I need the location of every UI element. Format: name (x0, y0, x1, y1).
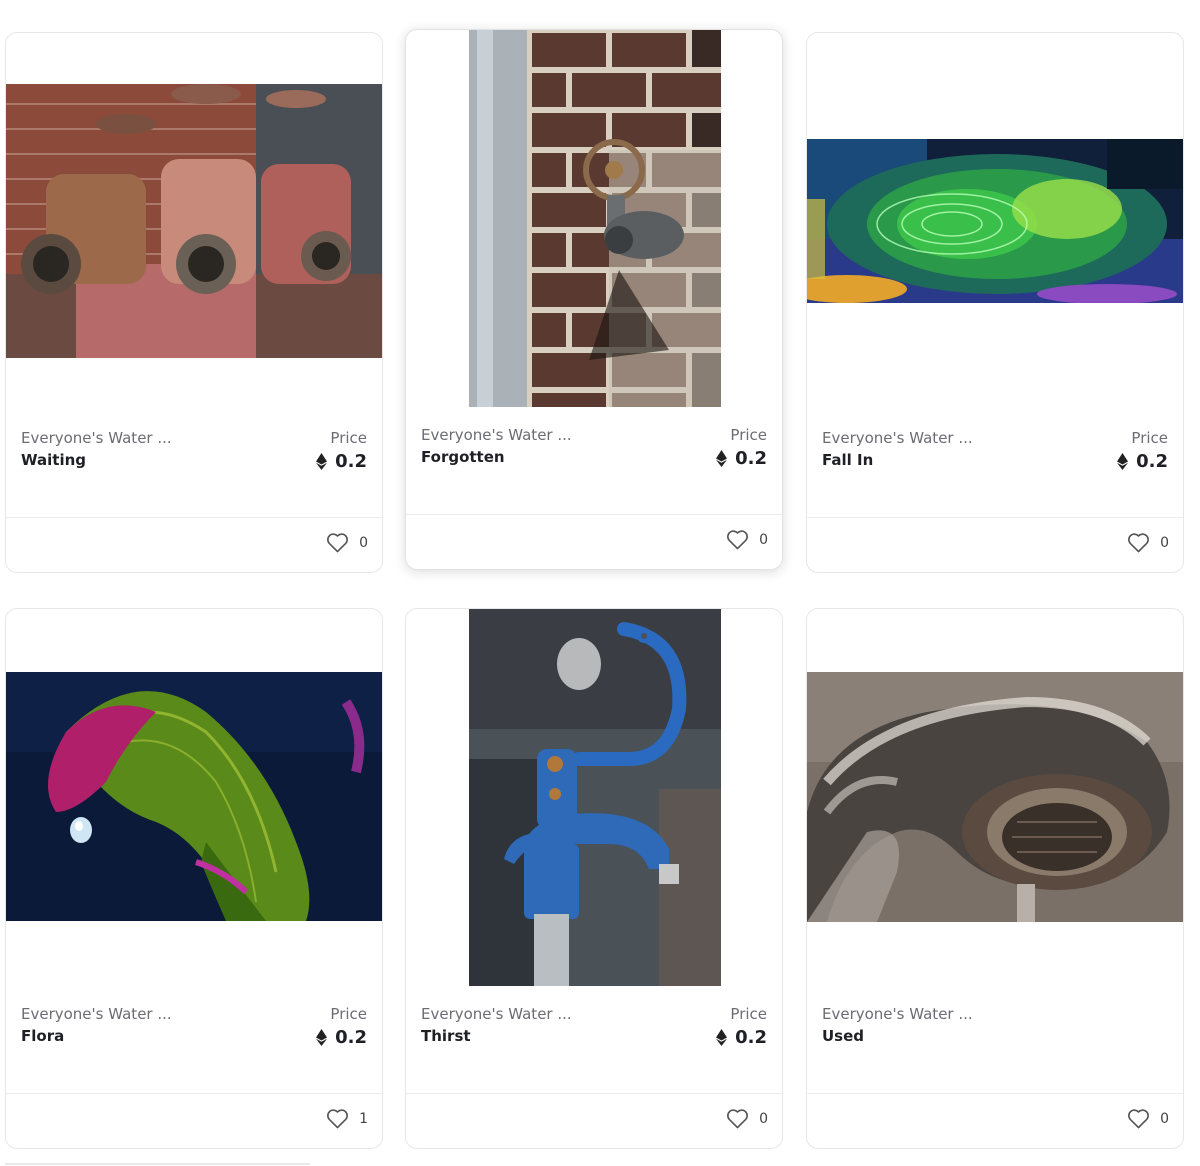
like-count: 0 (759, 531, 768, 548)
price-amount: 0.2 (735, 1027, 767, 1048)
nft-title[interactable]: Used (822, 1027, 864, 1045)
card-footer: 0 (807, 517, 1183, 572)
collection-name[interactable]: Everyone's Water ... (421, 1005, 572, 1023)
like-button[interactable]: 0 (326, 532, 368, 553)
artwork-image[interactable] (469, 30, 721, 407)
card-info: Everyone's Water ... Fall In Price 0.2 (822, 429, 1168, 479)
artwork-image[interactable] (469, 609, 721, 986)
price-value: 0.2 (716, 1027, 767, 1048)
heart-outline-icon[interactable] (1127, 532, 1150, 553)
nft-title[interactable]: Waiting (21, 451, 86, 469)
like-button[interactable]: 0 (1127, 1108, 1169, 1129)
price-value: 0.2 (716, 448, 767, 469)
price-label: Price (330, 1005, 367, 1023)
ethereum-icon (316, 1029, 328, 1046)
card-media (807, 33, 1183, 407)
nft-card-fall-in[interactable]: Everyone's Water ... Fall In Price 0.2 0 (806, 32, 1184, 573)
card-footer: 1 (6, 1093, 382, 1148)
price-amount: 0.2 (335, 1027, 367, 1048)
collection-name[interactable]: Everyone's Water ... (21, 1005, 172, 1023)
nft-title[interactable]: Flora (21, 1027, 64, 1045)
like-count: 0 (1160, 534, 1169, 551)
price-value: 0.2 (316, 1027, 367, 1048)
price-amount: 0.2 (335, 451, 367, 472)
artwork-image[interactable] (6, 84, 382, 358)
card-footer: 0 (807, 1093, 1183, 1148)
collection-name[interactable]: Everyone's Water ... (21, 429, 172, 447)
heart-outline-icon[interactable] (1127, 1108, 1150, 1129)
artwork-image[interactable] (6, 672, 382, 921)
card-info: Everyone's Water ... Used (822, 1005, 1168, 1055)
collection-name[interactable]: Everyone's Water ... (822, 1005, 973, 1023)
card-footer: 0 (406, 1093, 782, 1148)
heart-outline-icon[interactable] (326, 1108, 349, 1129)
card-media (807, 609, 1183, 983)
card-footer: 0 (6, 517, 382, 572)
price-label: Price (330, 429, 367, 447)
like-button[interactable]: 0 (1127, 532, 1169, 553)
card-info: Everyone's Water ... Forgotten Price 0.2 (421, 426, 767, 476)
card-media (406, 609, 782, 986)
price-amount: 0.2 (735, 448, 767, 469)
card-info: Everyone's Water ... Flora Price 0.2 (21, 1005, 367, 1055)
card-info: Everyone's Water ... Waiting Price 0.2 (21, 429, 367, 479)
price-value: 0.2 (1117, 451, 1168, 472)
price-label: Price (1131, 429, 1168, 447)
price-label: Price (730, 426, 767, 444)
like-count: 0 (359, 534, 368, 551)
price-amount: 0.2 (1136, 451, 1168, 472)
nft-card-waiting[interactable]: Everyone's Water ... Waiting Price 0.2 0 (5, 32, 383, 573)
nft-card-thirst[interactable]: Everyone's Water ... Thirst Price 0.2 0 (405, 608, 783, 1149)
card-media (6, 609, 382, 983)
ethereum-icon (316, 453, 328, 470)
divider (5, 1163, 310, 1165)
like-button[interactable]: 0 (726, 529, 768, 550)
card-footer: 0 (406, 514, 782, 569)
like-button[interactable]: 0 (726, 1108, 768, 1129)
like-count: 0 (1160, 1110, 1169, 1127)
nft-card-flora[interactable]: Everyone's Water ... Flora Price 0.2 1 (5, 608, 383, 1149)
nft-card-used[interactable]: Everyone's Water ... Used 0 (806, 608, 1184, 1149)
price-value: 0.2 (316, 451, 367, 472)
card-media (406, 30, 782, 407)
like-count: 1 (359, 1110, 368, 1127)
nft-card-forgotten[interactable]: Everyone's Water ... Forgotten Price 0.2… (405, 29, 783, 570)
artwork-image[interactable] (807, 139, 1183, 303)
nft-title[interactable]: Thirst (421, 1027, 471, 1045)
like-count: 0 (759, 1110, 768, 1127)
heart-outline-icon[interactable] (726, 529, 749, 550)
ethereum-icon (1117, 453, 1129, 470)
heart-outline-icon[interactable] (326, 532, 349, 553)
like-button[interactable]: 1 (326, 1108, 368, 1129)
card-media (6, 33, 382, 407)
nft-title[interactable]: Forgotten (421, 448, 505, 466)
price-label: Price (730, 1005, 767, 1023)
collection-name[interactable]: Everyone's Water ... (822, 429, 973, 447)
ethereum-icon (716, 1029, 728, 1046)
heart-outline-icon[interactable] (726, 1108, 749, 1129)
artwork-image[interactable] (807, 672, 1183, 922)
card-info: Everyone's Water ... Thirst Price 0.2 (421, 1005, 767, 1055)
collection-name[interactable]: Everyone's Water ... (421, 426, 572, 444)
nft-title[interactable]: Fall In (822, 451, 873, 469)
ethereum-icon (716, 450, 728, 467)
